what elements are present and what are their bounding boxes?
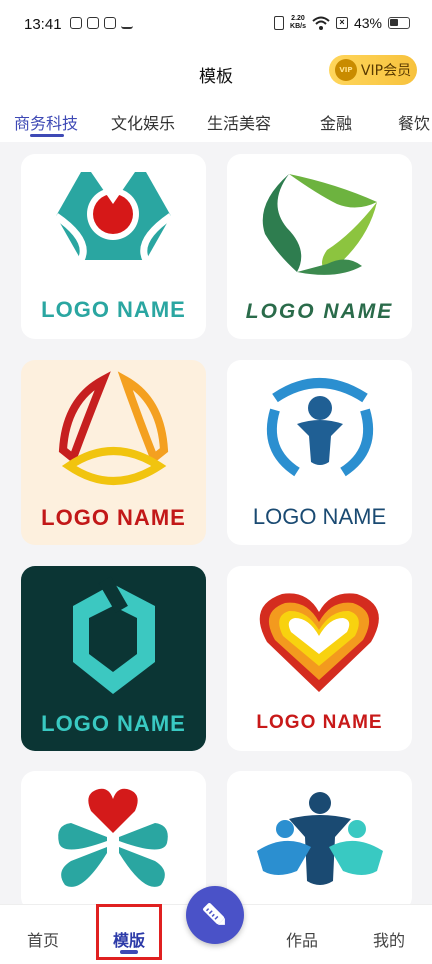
- logo-name-text: LOGO NAME: [245, 300, 394, 323]
- logo-name-text: LOGO NAME: [41, 711, 186, 736]
- tab-catering[interactable]: 餐饮: [398, 110, 430, 134]
- vip-icon: VIP: [334, 59, 357, 81]
- category-tabs: 商务科技 文化娱乐 生活美容 金融 餐饮: [0, 110, 432, 142]
- battery-percent: 43%: [353, 15, 382, 31]
- status-app-icons: [70, 17, 133, 29]
- template-card[interactable]: [21, 771, 206, 911]
- nav-home[interactable]: 首页: [27, 927, 59, 951]
- app-notification-icon: [70, 17, 82, 29]
- tab-business-tech[interactable]: 商务科技: [14, 110, 78, 134]
- wifi-icon: [312, 16, 330, 30]
- template-card[interactable]: LOGO NAME: [21, 154, 206, 339]
- nav-mine[interactable]: 我的: [373, 927, 405, 951]
- template-logo-graphic: [257, 792, 383, 885]
- app-notification-icon: [104, 17, 116, 29]
- template-card[interactable]: [227, 771, 412, 911]
- crown-icon: [121, 17, 133, 29]
- battery-icon: [388, 17, 410, 29]
- vibrate-icon: [274, 16, 285, 30]
- logo-name-text: LOGO NAME: [256, 712, 383, 733]
- template-card[interactable]: LOGO NAME: [227, 154, 412, 339]
- no-sim-icon: ×: [335, 17, 348, 29]
- template-card[interactable]: LOGO NAME: [21, 360, 206, 545]
- template-card[interactable]: LOGO NAME: [227, 566, 412, 751]
- pencil-ruler-icon: [203, 903, 225, 925]
- template-logo-graphic: [58, 788, 168, 887]
- net-speed: 2.20 KB/s: [290, 15, 306, 30]
- logo-name-text: LOGO NAME: [252, 504, 387, 529]
- logo-name-text: LOGO NAME: [41, 505, 186, 530]
- status-right: 2.20 KB/s × 43%: [274, 15, 410, 31]
- template-card[interactable]: LOGO NAME: [227, 360, 412, 545]
- nav-works[interactable]: 作品: [286, 927, 318, 951]
- status-bar: 13:41 2.20 KB/s × 43%: [0, 0, 432, 50]
- tab-culture-entertainment[interactable]: 文化娱乐: [111, 110, 175, 134]
- template-card[interactable]: LOGO NAME: [21, 566, 206, 751]
- active-tab-indicator: [30, 134, 64, 137]
- status-time: 13:41: [24, 16, 62, 33]
- tiktok-icon: [87, 17, 99, 29]
- header: 模板 VIP VIP会员 商务科技 文化娱乐 生活美容 金融 餐饮: [0, 50, 432, 142]
- vip-member-button[interactable]: VIP VIP会员: [329, 55, 417, 85]
- create-button[interactable]: [186, 886, 244, 944]
- tab-life-beauty[interactable]: 生活美容: [207, 110, 271, 134]
- logo-name-text: LOGO NAME: [41, 297, 186, 322]
- active-nav-indicator: [120, 950, 138, 954]
- tab-finance[interactable]: 金融: [320, 110, 352, 134]
- vip-member-label: VIP会员: [360, 63, 412, 79]
